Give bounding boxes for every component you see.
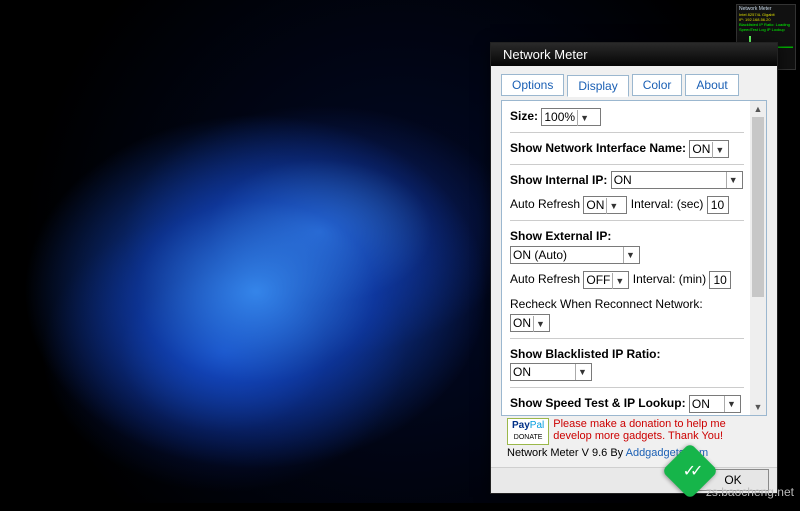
external-autorefresh-label: Auto Refresh [510,272,580,286]
internal-autorefresh-select[interactable]: ON▼ [583,196,627,214]
watermark: zs.baocheng.net [706,485,794,499]
chevron-down-icon: ▼ [612,273,626,289]
dialog-body: Options Display Color About Size: 100%▼ … [491,66,777,467]
show-external-ip-select[interactable]: ON (Auto)▼ [510,246,640,264]
tab-color[interactable]: Color [632,74,683,96]
tab-display[interactable]: Display [567,75,628,97]
internal-autorefresh-label: Auto Refresh [510,197,580,211]
chevron-down-icon: ▼ [606,198,620,214]
external-autorefresh-select[interactable]: OFF▼ [583,271,629,289]
show-external-ip-label: Show External IP: [510,229,611,243]
scroll-up-icon[interactable]: ▲ [750,101,766,117]
settings-dialog: Network Meter Options Display Color Abou… [490,42,778,494]
external-interval-label: Interval: (min) [633,272,706,286]
size-select[interactable]: 100%▼ [541,108,601,126]
byline: Network Meter V 9.6 By Addgadgets.com [507,447,761,459]
dialog-title: Network Meter [503,47,588,62]
show-speedtest-label: Show Speed Test & IP Lookup: [510,396,686,410]
show-internal-ip-select[interactable]: ON▼ [611,171,743,189]
external-interval-input[interactable]: 10 [709,271,731,289]
tab-about[interactable]: About [685,74,738,96]
internal-interval-input[interactable]: 10 [707,196,729,214]
dialog-footer: PayPal DONATE Please make a donation to … [501,416,767,459]
chevron-down-icon: ▼ [577,110,591,126]
show-speedtest-select[interactable]: ON▼ [689,395,741,413]
show-internal-ip-label: Show Internal IP: [510,173,607,187]
tab-strip: Options Display Color About [501,74,767,96]
size-label: Size: [510,109,538,123]
donate-message: Please make a donation to help me develo… [553,418,761,442]
gadget-links: SpeedTest Log IP Lookup [739,27,793,32]
chevron-down-icon: ▼ [533,316,547,332]
recheck-label: Recheck When Reconnect Network: [510,297,703,311]
dialog-titlebar[interactable]: Network Meter [491,43,777,66]
chevron-down-icon: ▼ [712,142,726,158]
chevron-down-icon: ▼ [575,364,589,380]
paypal-donate-button[interactable]: PayPal DONATE [507,418,549,445]
chevron-down-icon: ▼ [623,247,637,263]
pane-scrollbar[interactable]: ▲ ▼ [750,101,766,415]
tab-options[interactable]: Options [501,74,564,96]
internal-interval-label: Interval: (sec) [631,197,704,211]
show-blacklist-select[interactable]: ON▼ [510,363,592,381]
scroll-down-icon[interactable]: ▼ [750,399,766,415]
chevron-down-icon: ▼ [726,172,740,188]
recheck-select[interactable]: ON▼ [510,314,550,332]
show-blacklist-label: Show Blacklisted IP Ratio: [510,347,660,361]
chevron-down-icon: ▼ [724,396,738,412]
scroll-thumb[interactable] [752,117,764,297]
show-iface-select[interactable]: ON▼ [689,140,729,158]
tab-pane: Size: 100%▼ Show Network Interface Name:… [501,100,767,416]
show-iface-label: Show Network Interface Name: [510,141,686,155]
